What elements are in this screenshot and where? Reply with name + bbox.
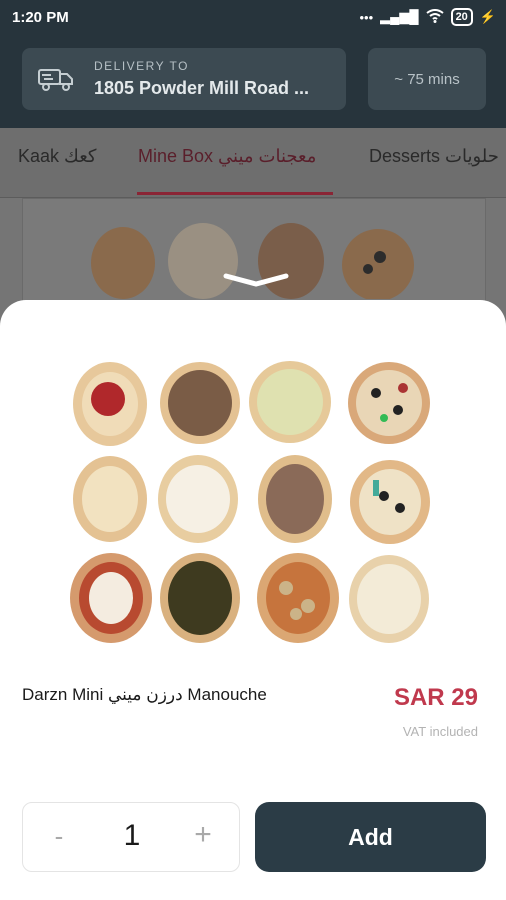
vat-note: VAT included xyxy=(402,724,478,739)
tab-kaak[interactable]: Kaak كعك xyxy=(18,146,96,167)
sheet-drag-handle[interactable] xyxy=(222,268,290,288)
tab-desserts[interactable]: Desserts حلويات xyxy=(369,146,499,167)
cell-signal-icon: ▂▄▆█ xyxy=(380,9,419,24)
delivery-address-selector[interactable]: DELIVERY TO 1805 Powder Mill Road ... xyxy=(22,48,346,110)
decrease-quantity-button[interactable]: - xyxy=(47,821,71,852)
delivery-eta[interactable]: ~ 75 mins xyxy=(368,48,486,110)
active-tab-indicator xyxy=(137,192,333,195)
product-detail-sheet: Darzn Mini درزن ميني Manouche SAR 29 VAT… xyxy=(0,300,506,900)
app-bar: DELIVERY TO 1805 Powder Mill Road ... ~ … xyxy=(0,36,506,128)
product-image xyxy=(70,361,430,643)
tab-mine-box[interactable]: Mine Box معجنات ميني xyxy=(138,146,316,167)
status-icons: ••• ▂▄▆█ 20 ⚡ xyxy=(359,8,496,26)
delivery-truck-icon xyxy=(38,69,73,91)
delivery-address: 1805 Powder Mill Road ... xyxy=(94,78,310,98)
battery-icon: 20 xyxy=(450,8,473,26)
wifi-icon xyxy=(425,8,444,26)
status-bar: 1:20 PM ••• ▂▄▆█ 20 ⚡ xyxy=(0,0,506,36)
delivery-label: DELIVERY TO xyxy=(94,59,189,73)
increase-quantity-button[interactable]: + xyxy=(189,818,217,852)
status-time: 1:20 PM xyxy=(12,9,69,26)
charging-icon: ⚡ xyxy=(479,9,496,24)
category-tabs: Kaak كعك Mine Box معجنات ميني Desserts ح… xyxy=(0,128,506,198)
product-price: SAR 29 xyxy=(393,684,478,711)
quantity-stepper: - 1 + xyxy=(22,802,240,872)
add-to-cart-button[interactable]: Add xyxy=(255,802,486,872)
quantity-value: 1 xyxy=(123,819,141,852)
product-name: Darzn Mini درزن ميني Manouche xyxy=(22,685,267,704)
notification-dots-icon: ••• xyxy=(359,9,374,25)
